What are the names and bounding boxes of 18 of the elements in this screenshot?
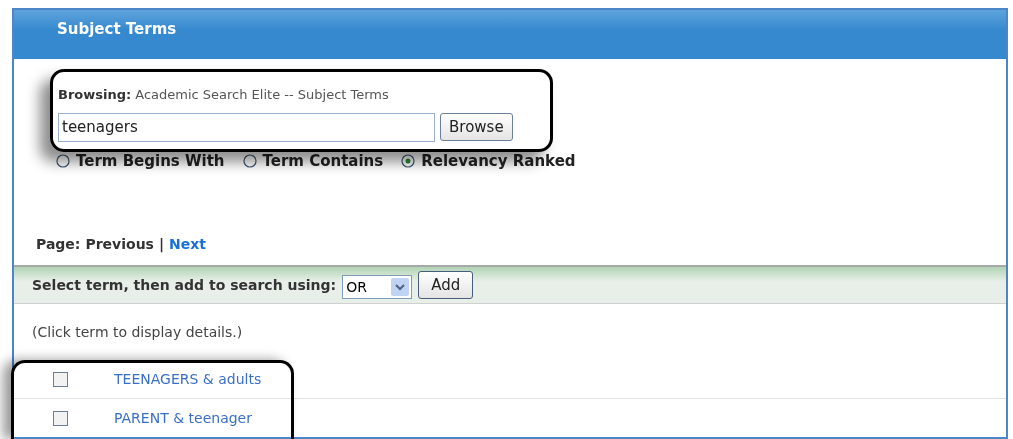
separator: | [158, 235, 165, 255]
browsing-label: Browsing: [58, 86, 132, 104]
radio-label[interactable]: Relevancy Ranked [421, 149, 576, 172]
radio-label[interactable]: Term Begins With [76, 149, 225, 172]
search-field[interactable]: teenagers [58, 112, 435, 142]
operator-select[interactable]: OR [342, 275, 413, 299]
page-label: Page: [36, 235, 81, 254]
pagination-text: Previous [85, 235, 154, 254]
add-button[interactable]: Add [418, 271, 474, 299]
browse-button[interactable]: Browse [440, 113, 513, 141]
pagination-link[interactable]: Next [169, 234, 207, 255]
term-link[interactable]: PARENT & teenager [114, 407, 252, 429]
database-name: Academic Search Elite -- Subject Terms [135, 86, 389, 104]
add-bar-label: Select term, then add to search using: [32, 275, 337, 295]
radio-label[interactable]: Term Contains [262, 149, 384, 172]
term-link[interactable]: TEENAGERS & adults [114, 369, 262, 390]
hint-text: (Click term to display details.) [32, 324, 243, 340]
panel-title: Subject Terms [57, 19, 177, 40]
